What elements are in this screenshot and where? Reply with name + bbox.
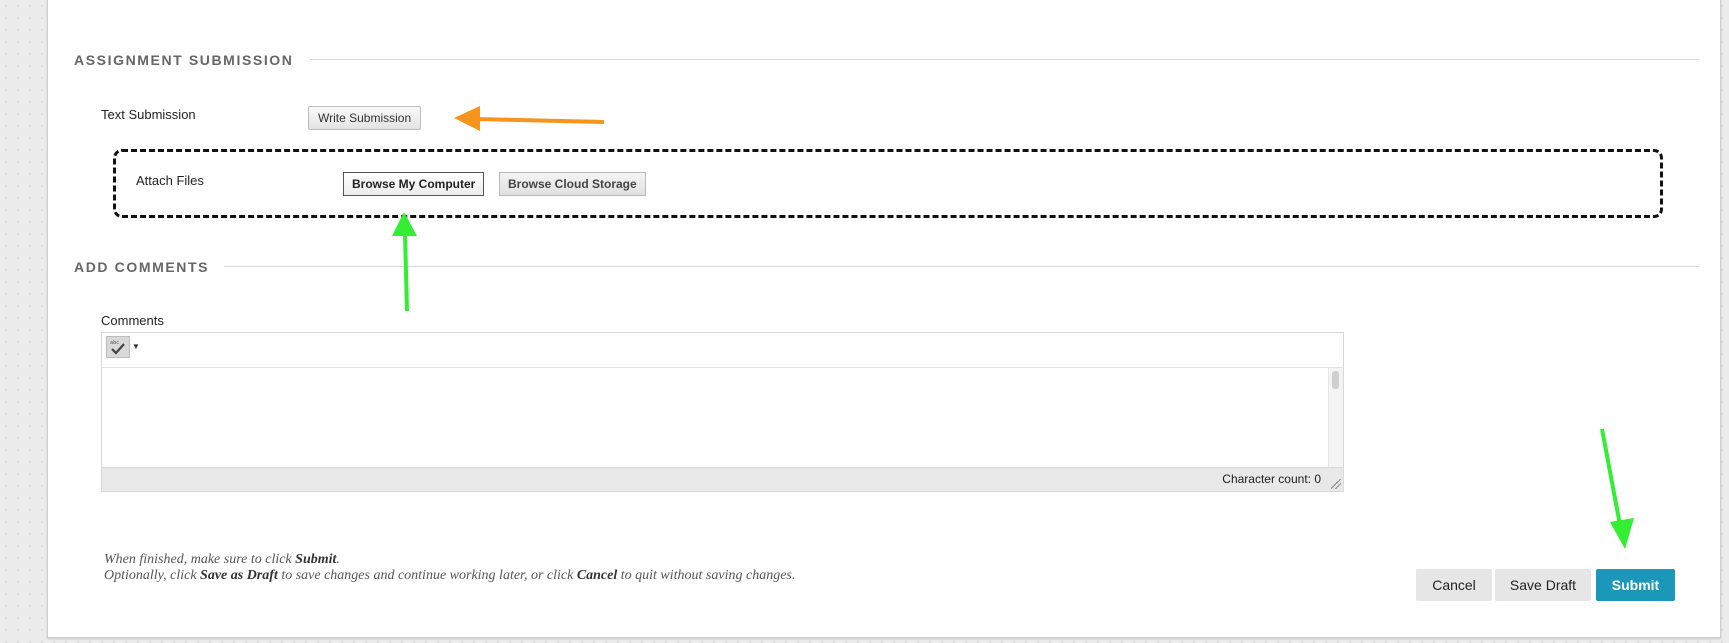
comments-editor: abc ▼ Character count: 0 [101,332,1344,492]
assignment-submission-heading: ASSIGNMENT SUBMISSION [74,52,294,68]
text-submission-label: Text Submission [101,107,196,122]
section-divider [310,59,1699,60]
scroll-thumb[interactable] [1332,371,1339,389]
instruction-emphasis: Cancel [576,567,618,583]
spellcheck-dropdown-icon[interactable]: ▼ [132,342,140,351]
browse-cloud-storage-button[interactable]: Browse Cloud Storage [499,172,646,196]
instruction-line-2: Optionally, click Save as Draft to save … [104,568,795,584]
resize-handle-icon[interactable] [1331,479,1341,489]
instruction-line-1: When finished, make sure to click Submit… [104,552,795,568]
save-draft-button[interactable]: Save Draft [1495,569,1591,601]
submission-instructions: When finished, make sure to click Submit… [104,552,795,583]
instruction-emphasis: Submit [295,552,337,567]
write-submission-button[interactable]: Write Submission [308,106,422,130]
submit-button[interactable]: Submit [1596,569,1675,601]
cancel-button[interactable]: Cancel [1416,569,1492,601]
comments-label: Comments [101,313,164,328]
instruction-text: . [336,552,340,567]
attach-files-label: Attach Files [136,173,204,188]
character-count: Character count: 0 [1222,472,1321,486]
instruction-text: to save changes and continue working lat… [277,567,577,583]
instruction-emphasis: Save as Draft [200,567,278,583]
editor-status-bar: Character count: 0 [102,467,1343,491]
instruction-text: to quit without saving changes. [617,567,796,583]
svg-text:abc: abc [110,340,119,346]
content-panel [47,0,1721,638]
add-comments-heading: ADD COMMENTS [74,259,210,275]
spellcheck-icon[interactable]: abc [106,336,130,358]
section-divider [224,266,1699,267]
comments-textarea[interactable] [102,368,1343,469]
browse-my-computer-button[interactable]: Browse My Computer [343,172,485,196]
editor-scrollbar[interactable] [1328,368,1343,469]
instruction-text: When finished, make sure to click [104,552,296,567]
editor-toolbar: abc ▼ [102,333,1343,368]
instruction-text: Optionally, click [104,567,201,583]
